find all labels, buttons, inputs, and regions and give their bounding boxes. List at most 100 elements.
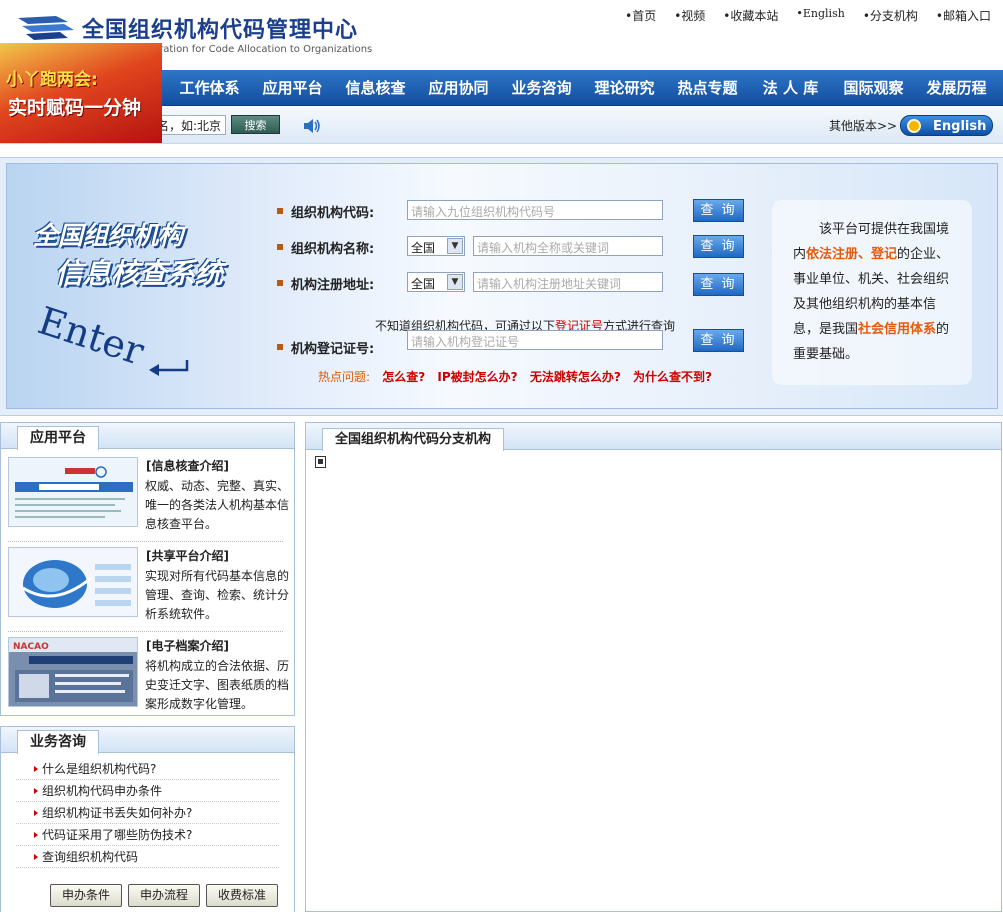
- hot-question-not-found[interactable]: 为什么查不到?: [633, 370, 712, 384]
- promo-line1: 小丫跑两会:: [6, 70, 98, 90]
- tab-consult[interactable]: 业务咨询: [17, 730, 99, 754]
- apply-conditions-button[interactable]: 申办条件: [50, 884, 122, 907]
- row-org-name: 组织机构名称: 全国 ▼ 请输入机构全称或关键词: [277, 236, 747, 258]
- org-address-input[interactable]: 请输入机构注册地址关键词: [473, 272, 663, 292]
- query-button-org-address[interactable]: 查 询: [693, 273, 744, 296]
- hot-question-no-redirect[interactable]: 无法跳转怎么办?: [530, 370, 621, 384]
- hot-questions: 热点问题: 怎么查? IP被封怎么办? 无法跳转怎么办? 为什么查不到?: [318, 368, 712, 385]
- promo-banner[interactable]: 小丫跑两会: 实时赋码一分钟: [0, 43, 162, 143]
- nav-item-hot-topics[interactable]: 热点专题: [666, 70, 749, 106]
- fee-standard-button[interactable]: 收费标准: [206, 884, 278, 907]
- region-select-address-value: 全国: [411, 277, 436, 291]
- bullet-icon: [277, 208, 283, 214]
- check-system-banner: 全国组织机构 信息核查系统 Enter 组织机构代码: 请输入九位组织机构代码号…: [0, 157, 1003, 416]
- faq-item[interactable]: 代码证采用了哪些防伪技术?: [16, 824, 279, 846]
- red-arrow-icon: [34, 854, 38, 860]
- banner-title-line2: 信息核查系统: [55, 257, 224, 290]
- region-select-name[interactable]: 全国 ▼: [407, 236, 465, 256]
- query-button-org-name[interactable]: 查 询: [693, 235, 744, 258]
- share-platform-thumbnail[interactable]: [8, 547, 138, 617]
- nav-item-consult[interactable]: 业务咨询: [500, 70, 583, 106]
- top-link-branches[interactable]: •分支机构: [863, 7, 918, 24]
- e-archive-screenshot-icon: NACAO: [9, 638, 137, 706]
- app-item-info-check: [信息核查介绍] 权威、动态、完整、真实、唯一的各类法人机构基本信息核查平台。: [8, 457, 290, 539]
- faq-item[interactable]: 组织机构证书丢失如何补办?: [16, 802, 279, 824]
- site-search-button[interactable]: 搜索: [231, 115, 280, 134]
- app-item-e-archive: NACAO [电子档案介绍] 将机构成立的合法依据、历史变迁文字、图表纸质的档案…: [8, 637, 290, 719]
- nav-item-app-platform[interactable]: 应用平台: [251, 70, 334, 106]
- nav-item-work-system[interactable]: 工作体系: [168, 70, 251, 106]
- faq-item[interactable]: 查询组织机构代码: [16, 846, 279, 868]
- app-item-desc: 权威、动态、完整、真实、唯一的各类法人机构基本信息核查平台。: [145, 479, 290, 531]
- nav-item-intl[interactable]: 国际观察: [832, 70, 915, 106]
- divider: [8, 631, 283, 632]
- row-org-code: 组织机构代码: 请输入九位组织机构代码号: [277, 200, 747, 222]
- top-link-english[interactable]: •English: [796, 7, 844, 24]
- reg-number-input[interactable]: 请输入机构登记证号: [407, 330, 663, 350]
- e-archive-thumbnail[interactable]: NACAO: [8, 637, 138, 707]
- top-link-bookmark[interactable]: •收藏本站: [723, 7, 778, 24]
- app-item-desc: 将机构成立的合法依据、历史变迁文字、图表纸质的档案形成数字化管理。: [145, 659, 290, 711]
- promo-line2: 实时赋码一分钟: [8, 97, 142, 119]
- page-root: { "header": { "site_title": "全国组织机构代码管理中…: [0, 0, 1003, 912]
- app-item-desc: 实现对所有代码基本信息的管理、查询、检索、统计分析系统软件。: [145, 569, 290, 621]
- faq-item[interactable]: 组织机构代码申办条件: [16, 780, 279, 802]
- nav-item-history[interactable]: 发展历程: [915, 70, 998, 106]
- app-item-title[interactable]: [共享平台介绍]: [146, 547, 229, 564]
- region-select-address[interactable]: 全国 ▼: [407, 272, 465, 292]
- red-arrow-icon: [34, 788, 38, 794]
- broken-image-icon: [315, 456, 326, 468]
- bullet-icon: [277, 344, 283, 350]
- consult-tabbar: 业务咨询: [1, 727, 294, 754]
- hot-question-how[interactable]: 怎么查?: [382, 370, 425, 384]
- nav-item-info-check[interactable]: 信息核查: [334, 70, 417, 106]
- app-item-share-platform: [共享平台介绍] 实现对所有代码基本信息的管理、查询、检索、统计分析系统软件。: [8, 547, 290, 629]
- apply-process-button[interactable]: 申办流程: [128, 884, 200, 907]
- app-item-title[interactable]: [信息核查介绍]: [146, 457, 229, 474]
- nav-item-legal-db[interactable]: 法 人 库: [749, 70, 832, 106]
- enter-key-graphic: Enter: [32, 298, 150, 374]
- row-org-address: 机构注册地址: 全国 ▼ 请输入机构注册地址关键词: [277, 272, 747, 294]
- red-arrow-icon: [34, 832, 38, 838]
- platform-info-box: 该平台可提供在我国境内依法注册、登记的企业、事业单位、机关、社会组织及其他组织机…: [772, 200, 972, 385]
- query-button-reg-number[interactable]: 查 询: [693, 329, 744, 352]
- info-highlight2: 社会信用体系: [858, 322, 937, 337]
- nav-item-theory[interactable]: 理论研究: [583, 70, 666, 106]
- org-name-input[interactable]: 请输入机构全称或关键词: [473, 236, 663, 256]
- nav-item-app-collab[interactable]: 应用协同: [417, 70, 500, 106]
- tab-branches[interactable]: 全国组织机构代码分支机构: [322, 428, 505, 451]
- red-arrow-icon: [34, 766, 38, 772]
- top-links: •首页 •视频 •收藏本站 •English •分支机构 •邮箱入口: [625, 7, 991, 24]
- faq-item[interactable]: 什么是组织机构代码?: [16, 758, 279, 780]
- app-platform-tabbar: 应用平台: [1, 423, 294, 450]
- hot-questions-label: 热点问题:: [318, 370, 371, 384]
- banner-title-line1: 全国组织机构: [33, 221, 184, 250]
- label-org-name: 组织机构名称:: [291, 242, 375, 257]
- top-link-mail[interactable]: •邮箱入口: [936, 7, 991, 24]
- chevron-down-icon: ▼: [447, 238, 463, 254]
- org-code-input[interactable]: 请输入九位组织机构代码号: [407, 200, 663, 220]
- info-check-thumbnail[interactable]: [8, 457, 138, 527]
- other-versions-label: 其他版本>>: [829, 119, 898, 133]
- share-platform-globe-icon: [9, 548, 137, 616]
- tab-app-platform[interactable]: 应用平台: [17, 426, 99, 450]
- logo-icon: [18, 16, 74, 40]
- label-reg-number: 机构登记证号:: [291, 342, 375, 357]
- red-arrow-icon: [34, 810, 38, 816]
- site-search-input[interactable]: 名，如:北京: [154, 115, 226, 135]
- bullet-icon: [277, 280, 283, 286]
- english-button[interactable]: English: [900, 115, 993, 136]
- query-button-org-code[interactable]: 查 询: [693, 199, 744, 222]
- top-link-home[interactable]: •首页: [625, 7, 656, 24]
- divider: [8, 541, 283, 542]
- bullet-icon: [277, 244, 283, 250]
- top-link-video[interactable]: •视频: [674, 7, 705, 24]
- row-reg-number: 机构登记证号: 请输入机构登记证号: [277, 330, 747, 358]
- globe-dot-icon: [907, 119, 921, 133]
- enter-arrow-icon: [149, 360, 189, 376]
- site-subtitle: stration for Code Allocation to Organiza…: [150, 44, 373, 55]
- info-highlight1: 依法注册、登记: [806, 247, 898, 262]
- speaker-icon[interactable]: [302, 117, 322, 135]
- hot-question-ip-blocked[interactable]: IP被封怎么办?: [437, 370, 517, 384]
- app-item-title[interactable]: [电子档案介绍]: [146, 637, 229, 654]
